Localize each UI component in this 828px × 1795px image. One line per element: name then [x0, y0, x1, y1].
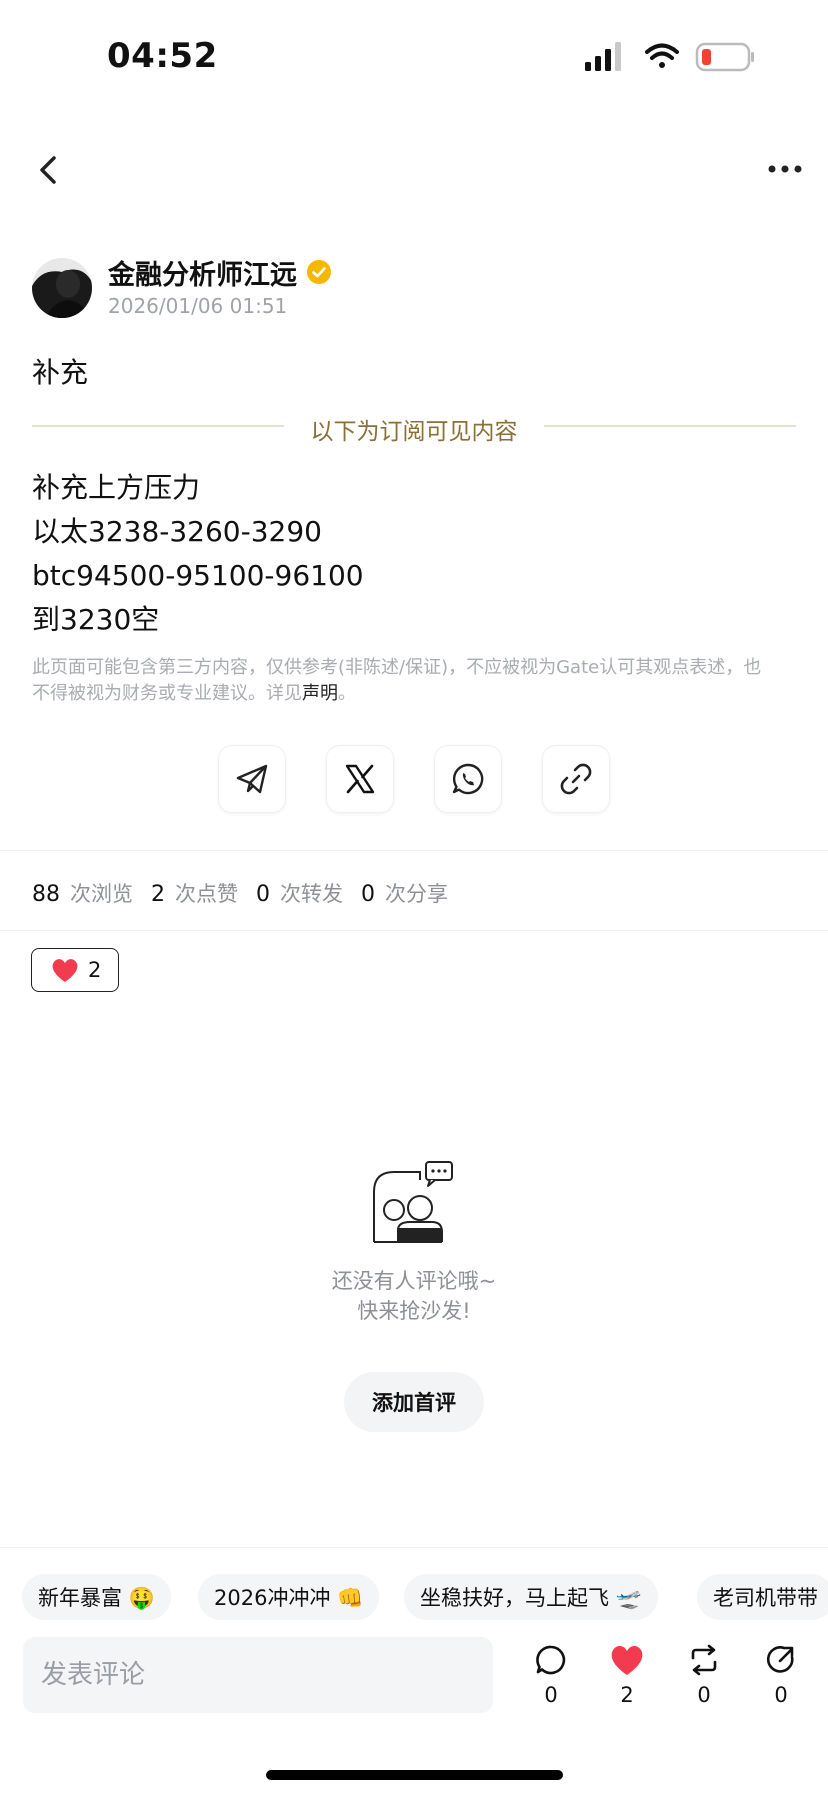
bottom-divider: [0, 1547, 828, 1548]
disclaimer: 此页面可能包含第三方内容，仅供参考(非陈述/保证)，不应被视为Gate认可其观点…: [32, 655, 777, 707]
home-indicator: [266, 1770, 563, 1780]
comment-action-button[interactable]: 0: [526, 1643, 576, 1707]
reaction-count: 2: [88, 958, 102, 982]
author-name[interactable]: 金融分析师江远: [108, 253, 297, 292]
status-time: 04:52: [107, 36, 218, 76]
share-count: 0: [774, 1683, 788, 1707]
share-telegram-button[interactable]: [218, 745, 286, 813]
verified-badge-icon: [306, 259, 332, 285]
heart-icon: [52, 959, 78, 982]
share-action-button[interactable]: 0: [756, 1643, 806, 1707]
quick-reply-chip[interactable]: 坐稳扶好，马上起飞 🛫: [404, 1574, 658, 1620]
stat-views: 88 次浏览: [32, 882, 133, 907]
divider: [0, 850, 828, 851]
back-button[interactable]: [30, 150, 70, 190]
like-action-button[interactable]: 2: [602, 1643, 652, 1707]
wifi-icon: [645, 43, 679, 68]
whatsapp-icon: [452, 763, 484, 795]
disclaimer-end: 。: [338, 683, 356, 704]
comment-input[interactable]: [23, 1637, 493, 1713]
like-count: 2: [620, 1683, 634, 1707]
status-icons: [585, 40, 755, 76]
post-line: 到3230空: [32, 603, 160, 636]
comment-count: 0: [544, 1683, 558, 1707]
reaction-like-pill[interactable]: 2: [31, 948, 119, 992]
divider-line-right: [544, 425, 796, 427]
post-line: 以太3238-3260-3290: [32, 515, 322, 548]
avatar[interactable]: [32, 258, 92, 318]
battery-icon: [695, 42, 754, 72]
post-body: 补充上方压力 以太3238-3260-3290 btc94500-95100-9…: [32, 466, 364, 642]
empty-comments-text: 还没有人评论哦~ 快来抢沙发!: [0, 1266, 828, 1326]
post-line: 补充上方压力: [32, 471, 201, 504]
comment-icon: [536, 1645, 566, 1675]
stat-reposts: 0 次转发: [256, 882, 343, 907]
share-icon: [766, 1646, 794, 1673]
subscriber-divider-label: 以下为订阅可见内容: [310, 419, 518, 445]
signal-icon: [585, 42, 621, 71]
repost-action-button[interactable]: 0: [679, 1643, 729, 1707]
post-line: btc94500-95100-96100: [32, 559, 364, 592]
repost-count: 0: [697, 1683, 711, 1707]
divider: [0, 930, 828, 931]
chevron-left-icon: [40, 156, 56, 184]
more-button[interactable]: [766, 154, 806, 184]
quick-reply-chip[interactable]: 老司机带带: [697, 1574, 828, 1620]
empty-line-2: 快来抢沙发!: [357, 1299, 471, 1323]
heart-icon: [611, 1645, 643, 1675]
copy-link-button[interactable]: [542, 745, 610, 813]
x-icon: [345, 764, 375, 794]
more-icon: [768, 165, 802, 173]
link-icon: [560, 763, 592, 795]
post-stats: 88 次浏览 2 次点赞 0 次转发 0 次分享: [32, 878, 466, 908]
disclaimer-text: 此页面可能包含第三方内容，仅供参考(非陈述/保证)，不应被视为Gate认可其观点…: [32, 657, 762, 704]
empty-line-1: 还没有人评论哦~: [331, 1269, 497, 1293]
quick-reply-chip[interactable]: 新年暴富 🤑: [22, 1574, 171, 1620]
share-whatsapp-button[interactable]: [434, 745, 502, 813]
quick-reply-chip[interactable]: 2026冲冲冲 👊: [198, 1574, 380, 1620]
subscriber-divider: 以下为订阅可见内容: [32, 412, 796, 445]
empty-comments-illustration: [370, 1158, 454, 1246]
add-first-comment-button[interactable]: 添加首评: [344, 1372, 484, 1432]
disclaimer-link[interactable]: 声明: [302, 683, 338, 704]
repost-icon: [691, 1644, 717, 1676]
telegram-icon: [236, 764, 268, 794]
share-x-button[interactable]: [326, 745, 394, 813]
stat-likes: 2 次点赞: [151, 882, 238, 907]
post-timestamp: 2026/01/06 01:51: [108, 294, 288, 318]
stat-shares: 0 次分享: [361, 882, 448, 907]
post-lead-text: 补充: [32, 356, 89, 389]
